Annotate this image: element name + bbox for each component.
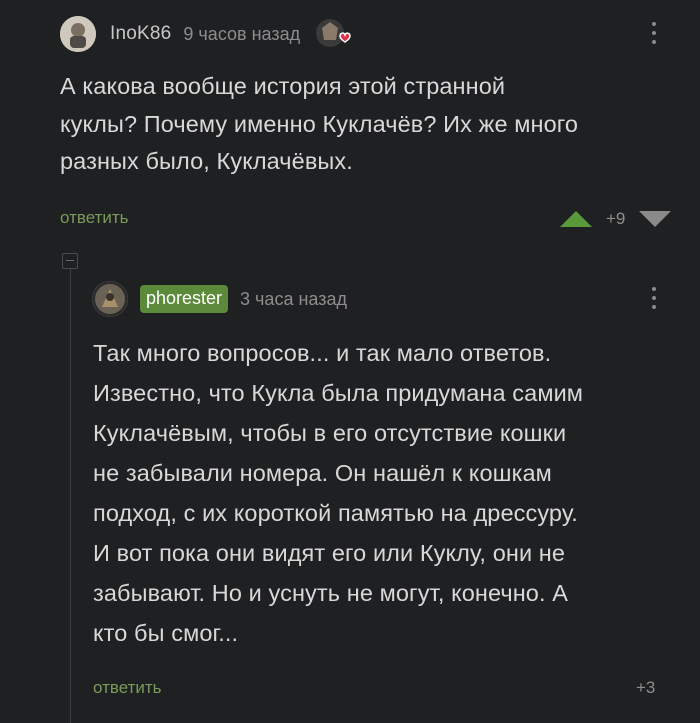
comment-text-line: разных было, Куклачёвых. (60, 148, 353, 174)
reply-text-line: не забывали номера. Он нашёл к кошкам (93, 460, 552, 486)
vote-controls: +9 (560, 209, 672, 229)
reply-text-line: Так много вопросов... и так мало ответов… (93, 340, 552, 366)
reply-text-line: И вот пока они видят его или Куклу, они … (93, 540, 566, 566)
comment-header: InoK86 9 часов назад (60, 16, 351, 52)
reply-text-line: подход, с их короткой памятью на дрессур… (93, 500, 578, 526)
username[interactable]: InoK86 (110, 23, 171, 45)
comment-text-line: А какова вообще история этой странной (60, 73, 506, 99)
avatar-image (92, 281, 128, 317)
award-heart-icon[interactable] (314, 16, 351, 52)
avatar-image (60, 16, 96, 52)
avatar[interactable] (60, 16, 96, 52)
username-badge[interactable]: phorester (140, 285, 229, 313)
rating-score: +9 (606, 209, 626, 228)
downvote-icon[interactable] (639, 211, 672, 227)
reply-text-line: забывают. Но и уснуть не могут, конечно.… (93, 580, 568, 606)
reply-text: Так много вопросов... и так мало ответов… (93, 333, 693, 653)
timestamp: 9 часов назад (183, 23, 301, 44)
thread-line[interactable] (70, 268, 71, 723)
reply-button[interactable]: ответить (60, 208, 129, 228)
reply-text-line: Известно, что Кукла была придумана самим (93, 380, 584, 406)
timestamp: 3 часа назад (240, 288, 347, 309)
more-vert-icon[interactable] (652, 287, 658, 309)
reply-button[interactable]: ответить (93, 678, 162, 698)
collapse-thread-icon[interactable] (62, 253, 78, 269)
comment-text-line: куклы? Почему именно Куклачёв? Их же мно… (60, 110, 579, 137)
rating-score: +3 (636, 678, 656, 697)
reply-text-line: кто бы смог... (93, 620, 239, 646)
reply-header: phorester 3 часа назад (92, 281, 347, 317)
reply-text-line: Куклачёвым, чтобы в его отсутствие кошки (93, 420, 567, 446)
upvote-icon[interactable] (560, 211, 592, 227)
more-vert-icon[interactable] (652, 22, 658, 44)
comment-text: А какова вообще история этой странной ку… (60, 68, 680, 181)
avatar[interactable] (92, 281, 128, 317)
